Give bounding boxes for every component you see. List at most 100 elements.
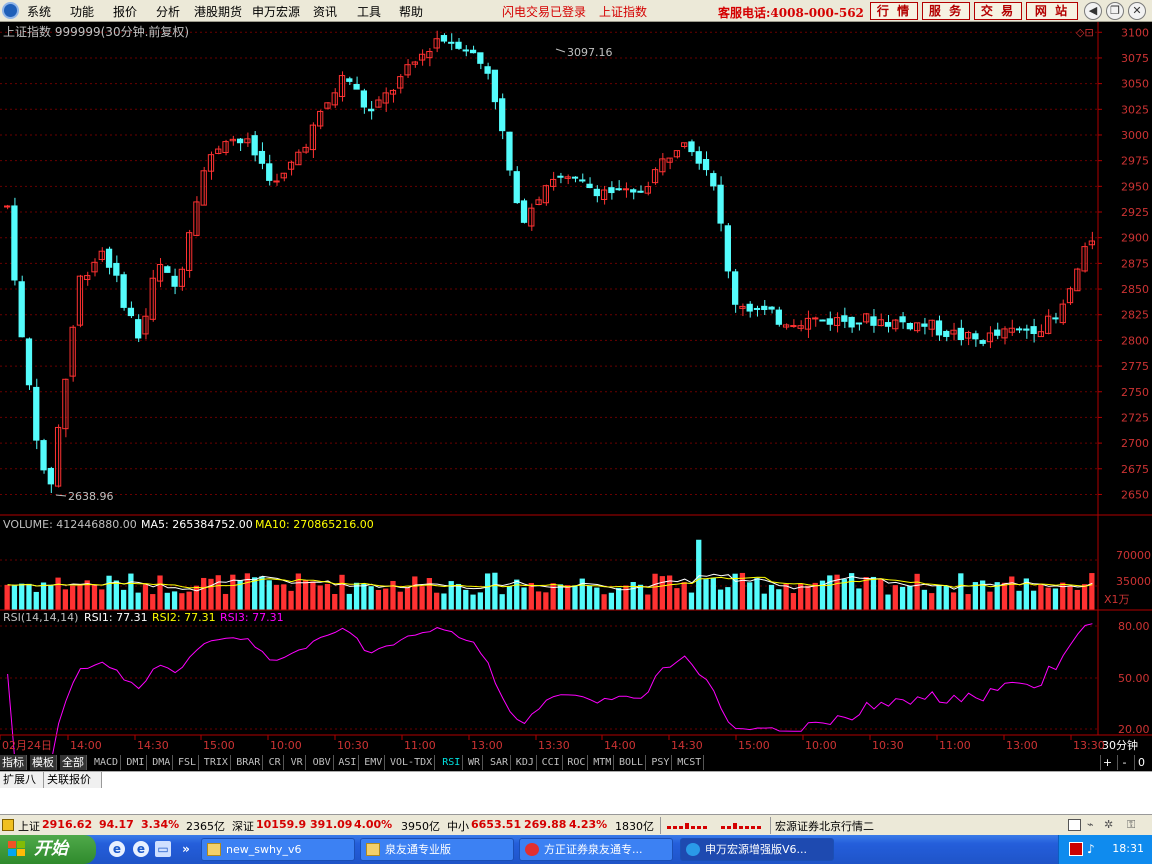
indicator-tab-mcst[interactable]: MCST [675, 755, 705, 770]
close-icon[interactable]: ✕ [1128, 2, 1146, 20]
zoom-in-button[interactable]: + [1100, 755, 1114, 770]
ie-icon[interactable]: e [133, 841, 149, 857]
menu-analysis[interactable]: 分析 [156, 3, 180, 20]
menu-hk-futures[interactable]: 港股期货 [194, 3, 242, 20]
task-quanyoutong-pro[interactable]: 泉友通专业版 [360, 838, 514, 861]
indicator-tab-boll[interactable]: BOLL [617, 755, 647, 770]
indicator-tab-全部[interactable]: 全部 [60, 755, 87, 770]
candle-body [433, 38, 440, 49]
volume-bar [601, 594, 607, 610]
candle-body [979, 340, 986, 344]
indicator-tab-macd[interactable]: MACD [92, 755, 122, 770]
indicator-tab-rsi[interactable]: RSI [440, 755, 464, 770]
task-swhy-v6[interactable]: 申万宏源增强版V6... [680, 838, 834, 861]
indicator-tab-dma[interactable]: DMA [150, 755, 174, 770]
chart-config-icon[interactable]: ◇⊡ [1076, 26, 1094, 39]
candle-body [688, 141, 695, 153]
indicator-tab-obv[interactable]: OBV [311, 755, 334, 770]
indicator-tab-asi[interactable]: ASI [336, 755, 360, 770]
candle-body [826, 318, 833, 325]
restore-icon[interactable]: ❐ [1106, 2, 1124, 20]
settings-icon[interactable]: ✲ [1104, 818, 1113, 831]
indicator-tab-fsl[interactable]: FSL [176, 755, 200, 770]
tab-related-quote[interactable]: 关联报价 [44, 772, 102, 788]
volume-bar [1067, 586, 1073, 610]
menu-quote[interactable]: 报价 [113, 3, 137, 20]
qq-icon[interactable]: ♪ [1087, 842, 1101, 856]
volume-bar [761, 593, 767, 610]
volume-bar [135, 592, 141, 610]
candle-body [389, 89, 397, 95]
zoom-out-button[interactable]: - [1117, 755, 1131, 770]
volume-bar [186, 591, 192, 610]
app-logo-icon[interactable] [2, 2, 19, 19]
menu-tools[interactable]: 工具 [357, 3, 381, 20]
indicator-tab-vol-tdx[interactable]: VOL-TDX [388, 755, 436, 770]
menu-function[interactable]: 功能 [70, 3, 94, 20]
period-selector[interactable]: 30分钟 [1102, 738, 1138, 752]
volume-bar [1016, 590, 1022, 610]
nav-market-button[interactable]: 行 情 [870, 2, 918, 20]
indicator-tab-模板[interactable]: 模板 [30, 755, 57, 770]
window-icon[interactable] [1068, 819, 1081, 831]
volume-bar [608, 592, 615, 610]
task-founder-securities[interactable]: 方正证券泉友通专... [519, 838, 673, 861]
volume-bar [506, 586, 513, 610]
candle-body [761, 305, 768, 311]
indicator-tab-kdj[interactable]: KDJ [514, 755, 537, 770]
menu-system[interactable]: 系统 [27, 3, 51, 20]
price-tick-label: 2675 [1121, 463, 1149, 476]
nav-website-button[interactable]: 网 站 [1026, 2, 1078, 20]
volume-bar [397, 591, 403, 610]
candle-body [368, 108, 375, 112]
volume-bar [1089, 573, 1095, 610]
volume-bar [1052, 588, 1059, 610]
volume-bar [710, 577, 716, 610]
indicator-tab-dmi[interactable]: DMI [124, 755, 148, 770]
kline-chart-area[interactable]: 3100 3075 3050 3025 3000 2975 2950 2925 2900 2875… [0, 22, 1152, 754]
indicator-tab-mtm[interactable]: MTM [591, 755, 615, 770]
volume-bar [150, 594, 156, 610]
indicator-tab-指标[interactable]: 指标 [0, 755, 27, 770]
indicator-tab-sar[interactable]: SAR [488, 755, 512, 770]
volume-bar [870, 576, 877, 610]
indicator-tab-psy[interactable]: PSY [649, 755, 673, 770]
menu-swhy[interactable]: 申万宏源 [252, 3, 300, 20]
volume-bar [805, 585, 811, 610]
indicator-tab-cr[interactable]: CR [267, 755, 284, 770]
menu-info[interactable]: 资讯 [313, 3, 337, 20]
lock-icon[interactable]: ⚿ [1127, 818, 1135, 832]
back-icon[interactable]: ◀ [1084, 2, 1102, 20]
candle-body [251, 135, 258, 156]
volume-bar [164, 592, 170, 610]
kline-chart[interactable]: 3100 3075 3050 3025 3000 2975 2950 2925 2900 2875… [0, 22, 1152, 754]
nav-service-button[interactable]: 服 务 [922, 2, 970, 20]
ie-icon[interactable]: e [109, 841, 125, 857]
high-marker [555, 48, 566, 53]
tab-extend-eight[interactable]: 扩展八 [0, 772, 44, 788]
indicator-tab-vr[interactable]: VR [289, 755, 306, 770]
indicator-tab-wr[interactable]: WR [466, 755, 484, 770]
nav-trade-button[interactable]: 交 易 [974, 2, 1022, 20]
low-price-label: 2638.96 [68, 490, 114, 503]
reset-button[interactable]: 0 [1134, 755, 1148, 770]
candle-body [615, 188, 622, 191]
network-icon[interactable] [1069, 842, 1083, 856]
volume-bar [499, 594, 505, 610]
indicator-tab-trix[interactable]: TRIX [202, 755, 231, 770]
start-button[interactable]: 开始 [0, 835, 96, 864]
indicator-tab-roc[interactable]: ROC [565, 755, 589, 770]
indicator-tab-cci[interactable]: CCI [540, 755, 563, 770]
volume-bar [696, 539, 702, 610]
task-new-swhy[interactable]: new_swhy_v6 [201, 838, 355, 861]
candle-body [972, 333, 979, 340]
show-desktop-icon[interactable]: ▭ [155, 841, 171, 857]
indicator-tab-emv[interactable]: EMV [362, 755, 386, 770]
broadcast-icon[interactable]: ⌁ [1087, 818, 1094, 831]
indicator-tab-brar[interactable]: BRAR [234, 755, 264, 770]
sh-index-pct: 3.34% [141, 818, 180, 831]
menu-help[interactable]: 帮助 [399, 3, 423, 20]
candle-body [724, 225, 731, 272]
quicklaunch-expand-icon[interactable]: » [178, 841, 194, 857]
volume-ma5-line [7, 573, 1093, 592]
